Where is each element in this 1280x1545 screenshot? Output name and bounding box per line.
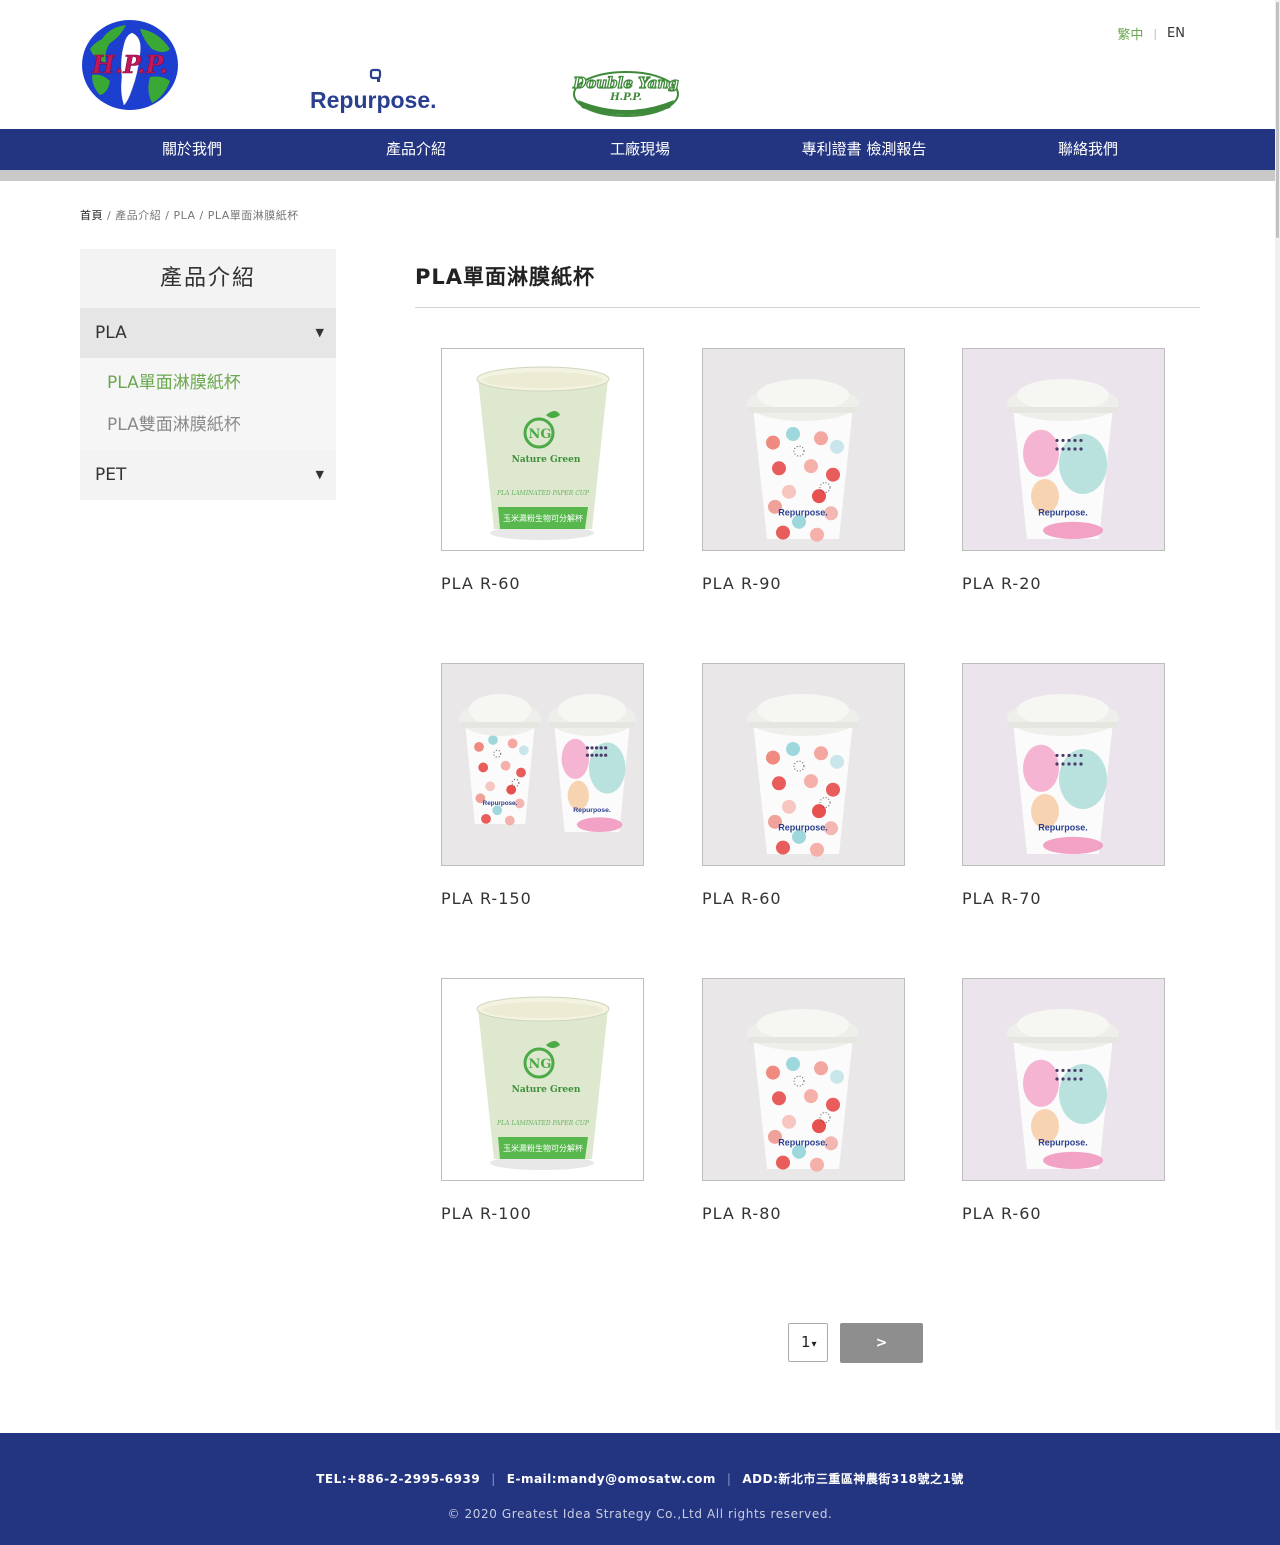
footer-email[interactable]: E-mail:mandy@omosatw.com [507,1472,716,1486]
repurpose-logo-text: Repurpose. [310,87,437,113]
nav-divider [0,170,1280,181]
breadcrumb-pla[interactable]: PLA [173,209,195,222]
breadcrumb-current: PLA單面淋膜紙杯 [207,209,299,222]
caret-down-icon: ▼ [315,468,324,481]
product-image[interactable]: Repurpose. [962,348,1165,551]
sidebar-item-pla-single[interactable]: PLA單面淋膜紙杯 [80,362,336,404]
product-card[interactable]: Repurpose. PLA R-20 [962,348,1165,593]
breadcrumb: 首頁 / 產品介紹 / PLA / PLA單面淋膜紙杯 [80,209,299,222]
product-sidebar: 產品介紹 PLA ▼ PLA單面淋膜紙杯 PLA雙面淋膜紙杯 PET ▼ [80,249,336,500]
hpp-logo-text: H.P.P. [91,50,168,79]
nav-contact[interactable]: 聯絡我們 [976,129,1200,170]
lang-divider: | [1153,27,1158,40]
breadcrumb-home[interactable]: 首頁 [80,209,103,222]
double-yang-logo-text: Double Yang [572,74,679,92]
language-switcher: 繁中 | EN [1117,24,1185,43]
svg-text:Repurpose.: Repurpose. [483,800,518,807]
product-name[interactable]: PLA R-150 [441,889,532,908]
svg-text:Nature Green: Nature Green [512,455,581,465]
product-card[interactable]: Repurpose. PLA R-70 [962,663,1165,908]
svg-text:PLA LAMINATED PAPER CUP: PLA LAMINATED PAPER CUP [496,490,590,497]
main-nav: 關於我們 產品介紹 工廠現場 專利證書 檢測報告 聯絡我們 [0,129,1280,170]
breadcrumb-products[interactable]: 產品介紹 [115,209,161,222]
page-title: PLA單面淋膜紙杯 [415,265,596,289]
hpp-logo[interactable]: H.P.P. [80,19,180,111]
svg-text:Nature Green: Nature Green [512,1085,581,1095]
sidebar-category-pla[interactable]: PLA ▼ [80,308,336,358]
product-card[interactable]: NG Nature Green PLA LAMINATED PAPER CUP 玉米澱… [441,978,644,1223]
double-yang-logo-sub: H.P.P. [609,92,642,103]
nav-factory[interactable]: 工廠現場 [528,129,752,170]
repurpose-logo[interactable]: Repurpose. [308,66,448,116]
page-scrollbar[interactable] [1275,0,1280,1430]
sidebar-submenu-pla: PLA單面淋膜紙杯 PLA雙面淋膜紙杯 [80,358,336,450]
product-name[interactable]: PLA R-60 [702,889,782,908]
product-image[interactable]: Repurpose. [962,663,1165,866]
product-image[interactable]: Repurpose. [702,663,905,866]
svg-text:玉米澱粉生物可分解杯: 玉米澱粉生物可分解杯 [503,513,583,523]
product-image[interactable]: NG Nature Green PLA LAMINATED PAPER CUP 玉米澱… [441,978,644,1181]
footer-contact: TEL:+886-2-2995-6939 | E-mail:mandy@omosat… [316,1472,964,1486]
product-name[interactable]: PLA R-80 [702,1204,782,1223]
sidebar-category-pet[interactable]: PET ▼ [80,450,336,500]
product-list: PLA單面淋膜紙杯 NG Nature Green PLA LAMINATED PA… [415,249,1200,1223]
svg-text:Repurpose.: Repurpose. [778,1137,828,1147]
footer-copyright: © 2020 Greatest Idea Strategy Co.,Ltd Al… [447,1507,833,1521]
svg-text:玉米澱粉生物可分解杯: 玉米澱粉生物可分解杯 [503,1143,583,1153]
footer-tel: TEL:+886-2-2995-6939 [316,1472,481,1486]
svg-text:Repurpose.: Repurpose. [573,807,611,814]
footer-address: ADD:新北市三重區神農街318號之1號 [742,1472,964,1486]
title-divider [415,307,1200,308]
product-card[interactable]: Repurpose. PLA R-90 [702,348,905,593]
next-page-button[interactable]: > [840,1323,923,1363]
sidebar-title: 產品介紹 [80,249,336,308]
svg-text:NG: NG [529,1057,552,1072]
svg-text:Repurpose.: Repurpose. [778,507,828,517]
svg-text:PLA LAMINATED PAPER CUP: PLA LAMINATED PAPER CUP [496,1120,590,1127]
caret-down-icon: ▼ [315,326,324,339]
product-name[interactable]: PLA R-60 [441,574,521,593]
site-header: H.P.P. Repurpose. Double Yang H.P.P. 繁中 … [0,0,1280,129]
lang-zh-link[interactable]: 繁中 [1117,24,1143,43]
svg-text:Repurpose.: Repurpose. [1038,1137,1088,1147]
product-name[interactable]: PLA R-20 [962,574,1042,593]
nav-patents-reports[interactable]: 專利證書 檢測報告 [752,129,976,170]
product-image[interactable]: Repurpose. Repurpose. [441,663,644,866]
product-image[interactable]: Repurpose. [702,348,905,551]
sidebar-item-pla-double[interactable]: PLA雙面淋膜紙杯 [80,404,336,446]
product-card[interactable]: Repurpose. Repurpose. PLA R-150 [441,663,644,908]
sidebar-category-label: PLA [95,323,127,343]
svg-text:Repurpose.: Repurpose. [778,822,828,832]
product-image[interactable]: Repurpose. [702,978,905,1181]
product-image[interactable]: NG Nature Green PLA LAMINATED PAPER CUP 玉米澱… [441,348,644,551]
nav-about[interactable]: 關於我們 [80,129,304,170]
product-card[interactable]: Repurpose. PLA R-60 [962,978,1165,1223]
caret-down-icon: ▾ [811,1339,817,1350]
double-yang-logo[interactable]: Double Yang H.P.P. [570,64,682,120]
product-name[interactable]: PLA R-90 [702,574,782,593]
product-name[interactable]: PLA R-70 [962,889,1042,908]
product-name[interactable]: PLA R-60 [962,1204,1042,1223]
lang-en-link[interactable]: EN [1167,26,1185,41]
product-card[interactable]: NG Nature Green PLA LAMINATED PAPER CUP 玉米澱… [441,348,644,593]
product-card[interactable]: Repurpose. PLA R-60 [702,663,905,908]
page-select[interactable]: 1▾ [788,1323,828,1362]
svg-text:Repurpose.: Repurpose. [1038,507,1088,517]
nav-products[interactable]: 產品介紹 [304,129,528,170]
site-footer: TEL:+886-2-2995-6939 | E-mail:mandy@omosat… [0,1433,1280,1545]
svg-text:NG: NG [529,427,552,442]
scrollbar-thumb[interactable] [1276,2,1279,238]
sidebar-category-label: PET [95,465,127,485]
page-select-value: 1 [801,1333,811,1351]
svg-text:Repurpose.: Repurpose. [1038,822,1088,832]
product-card[interactable]: Repurpose. PLA R-80 [702,978,905,1223]
product-image[interactable]: Repurpose. [962,978,1165,1181]
product-name[interactable]: PLA R-100 [441,1204,532,1223]
